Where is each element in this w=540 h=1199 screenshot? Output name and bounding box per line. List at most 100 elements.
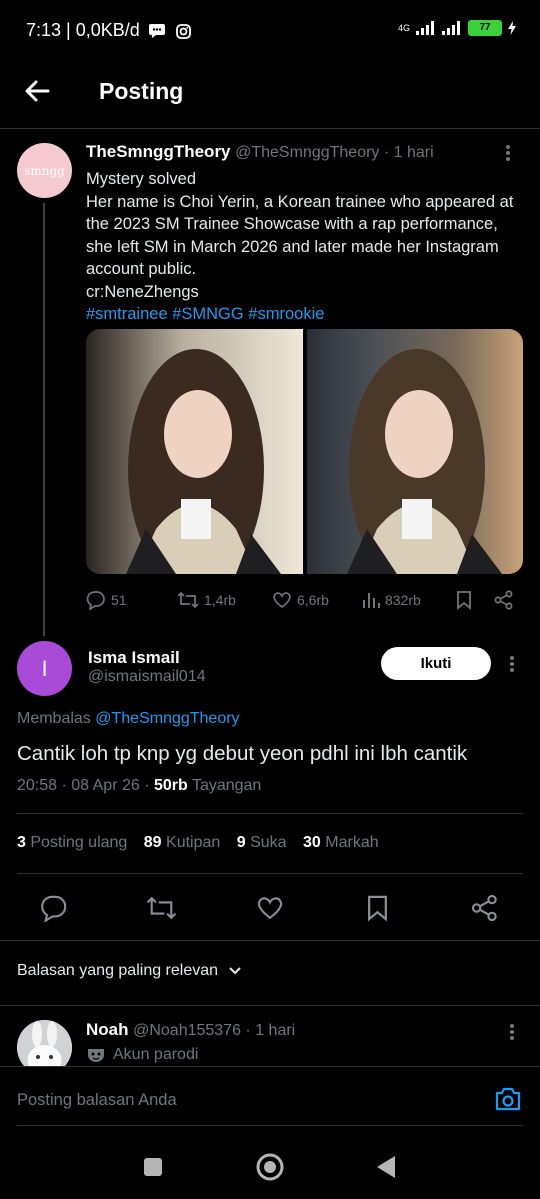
bookmark-icon[interactable] <box>455 590 473 610</box>
more-options-icon[interactable] <box>505 143 511 163</box>
author-handle-time: @Noah155376 · 1 hari <box>133 1022 296 1039</box>
avatar-logo-text: smngg <box>24 163 65 178</box>
stat-count: 89 <box>143 834 162 851</box>
thesmnggtheory-avatar[interactable]: smngg <box>17 143 72 198</box>
author-handle-time: @TheSmnggTheory · 1 hari <box>235 144 434 161</box>
reply-count: 51 <box>111 592 127 608</box>
isma-ismail-avatar[interactable]: I <box>17 641 72 696</box>
views-action[interactable]: 832rb <box>362 590 421 610</box>
charging-icon <box>508 21 516 35</box>
network-label: 4G <box>397 23 410 33</box>
divider <box>17 813 523 814</box>
repost-icon <box>177 590 199 610</box>
reply-icon <box>86 590 106 610</box>
status-time: 7:13 | 0,0KB/d <box>26 20 191 41</box>
signal-icon <box>416 21 436 35</box>
timestamp: 20:58 · 08 Apr 26 · <box>17 777 154 794</box>
heart-icon[interactable] <box>256 894 284 922</box>
stat-count: 3 <box>17 834 26 851</box>
author-name[interactable]: TheSmnggTheory <box>86 142 231 161</box>
hashtags[interactable]: #smtrainee #SMNGG #smrookie <box>86 303 526 326</box>
divider <box>17 873 523 874</box>
divider <box>0 940 540 941</box>
stat-count: 30 <box>303 834 321 851</box>
repost-action[interactable]: 1,4rb <box>177 590 236 610</box>
divider <box>0 1066 540 1067</box>
engagement-stats: 3 Posting ulang 89 Kutipan 9 Suka 30 Mar… <box>17 834 379 852</box>
sort-replies-dropdown[interactable]: Balasan yang paling relevan <box>17 962 242 980</box>
bookmark-icon[interactable] <box>365 894 390 922</box>
back-arrow-icon[interactable] <box>22 76 56 106</box>
divider <box>0 1005 540 1006</box>
tweet-line: Her name is Choi Yerin, a Korean trainee… <box>86 192 514 211</box>
main-tweet-text: Cantik loh tp knp yg debut yeon pdhl ini… <box>17 742 468 765</box>
tweet-line: she left SM in March 2026 and later made… <box>86 237 499 256</box>
stat-label: Kutipan <box>166 834 221 851</box>
views-label: Tayangan <box>187 777 262 794</box>
views-count: 50rb <box>153 777 188 794</box>
share-icon[interactable] <box>494 590 514 610</box>
tweet-line: the 2023 SM Trainee Showcase with a rap … <box>86 215 498 233</box>
badge-label: Akun parodi <box>113 1046 199 1063</box>
message-icon <box>148 24 165 39</box>
instagram-icon <box>175 23 191 39</box>
stat-count: 9 <box>236 834 246 851</box>
original-tweet-text: Mystery solved Her name is Choi Yerin, a… <box>86 168 526 326</box>
tweet-line: account public. <box>86 260 197 278</box>
author-name[interactable]: Isma Ismail <box>88 648 180 668</box>
header-divider <box>0 128 540 129</box>
sort-label: Balasan yang paling relevan <box>17 962 219 979</box>
thread-line <box>43 203 45 636</box>
tweet-meta: 20:58 · 08 Apr 26 · 50rb Tayangan <box>17 777 261 795</box>
page-title: Posting <box>99 78 184 104</box>
replying-to-handle[interactable]: @TheSmnggTheory <box>95 710 239 727</box>
back-triangle-icon[interactable] <box>375 1154 397 1180</box>
mask-icon <box>87 1047 105 1063</box>
repost-icon[interactable] <box>146 894 177 922</box>
camera-icon[interactable] <box>494 1086 522 1112</box>
photo-2[interactable] <box>306 329 523 574</box>
reply-action[interactable]: 51 <box>86 590 127 610</box>
tweet-line: Mystery solved <box>86 170 197 188</box>
parody-badge: Akun parodi <box>87 1046 198 1064</box>
replying-to-prefix: Membalas <box>17 710 96 727</box>
repost-count: 1,4rb <box>204 592 236 608</box>
like-count: 6,6rb <box>297 592 329 608</box>
signal-icon-2 <box>442 21 462 35</box>
stat-label: Suka <box>250 834 287 851</box>
more-options-icon[interactable] <box>509 1022 515 1042</box>
original-tweet-header: TheSmnggTheory @TheSmnggTheory · 1 hari <box>86 142 434 162</box>
status-indicators: 4G 77 <box>398 20 516 36</box>
stat-label: Posting ulang <box>30 834 128 851</box>
share-icon[interactable] <box>471 894 499 922</box>
photo-1[interactable] <box>86 329 303 574</box>
tweet-media[interactable] <box>86 329 523 574</box>
battery-icon: 77 <box>468 20 502 36</box>
author-handle: @ismaismail014 <box>88 668 206 685</box>
chevron-down-icon <box>228 966 242 976</box>
views-icon <box>362 590 380 610</box>
stat-reposts[interactable]: 3 Posting ulang <box>17 834 127 851</box>
home-icon[interactable] <box>255 1152 285 1182</box>
follow-button[interactable]: Ikuti <box>381 647 491 680</box>
views-count: 832rb <box>385 592 421 608</box>
replying-to: Membalas @TheSmnggTheory <box>17 710 240 728</box>
avatar-letter: I <box>41 655 48 681</box>
reply-composer: Posting balasan Anda <box>0 1066 540 1136</box>
reply-header: Noah @Noah155376 · 1 hari <box>86 1020 295 1040</box>
heart-icon <box>272 590 292 610</box>
tweet-line: cr:NeneZhengs <box>86 282 199 301</box>
stat-bookmarks[interactable]: 30 Markah <box>303 834 379 851</box>
recents-icon[interactable] <box>142 1156 164 1178</box>
stat-quotes[interactable]: 89 Kutipan <box>144 834 221 851</box>
reply-input[interactable]: Posting balasan Anda <box>17 1091 177 1110</box>
more-options-icon[interactable] <box>509 654 515 674</box>
battery-level: 77 <box>468 20 502 36</box>
like-action[interactable]: 6,6rb <box>272 590 329 610</box>
divider <box>17 1125 523 1126</box>
system-navigation-bar <box>0 1136 540 1199</box>
author-name[interactable]: Noah <box>86 1020 129 1039</box>
stat-label: Markah <box>325 834 379 851</box>
stat-likes[interactable]: 9 Suka <box>237 834 287 851</box>
reply-icon[interactable] <box>40 894 68 922</box>
